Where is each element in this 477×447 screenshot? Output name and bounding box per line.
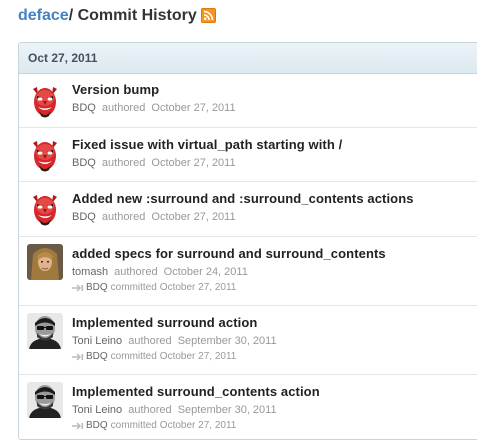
- commit-action: authored: [101, 157, 146, 169]
- commit-group: Oct 27, 2011 Version bump BDQ authored O…: [18, 42, 477, 440]
- commit-action: authored: [101, 102, 146, 114]
- commit-meta: BDQ authored October 27, 2011: [72, 157, 236, 169]
- commit-meta: BDQ authored October 27, 2011: [72, 102, 236, 114]
- commit-meta: BDQ authored October 27, 2011: [72, 211, 236, 223]
- bw-photo-avatar[interactable]: [27, 382, 63, 418]
- commit-message[interactable]: Implemented surround_contents action: [72, 384, 320, 399]
- commit-date: October 27, 2011: [151, 102, 236, 114]
- commit-item[interactable]: Added new :surround and :surround_conten…: [19, 182, 477, 237]
- commit-action: authored: [128, 404, 172, 416]
- committer-name[interactable]: BDQ: [86, 282, 108, 293]
- committer-name[interactable]: BDQ: [86, 420, 108, 431]
- committer-action: committed: [110, 282, 157, 293]
- commit-date: October 27, 2011: [151, 157, 236, 169]
- commit-author[interactable]: BDQ: [72, 211, 96, 223]
- commit-message[interactable]: Version bump: [72, 82, 159, 97]
- devil-mask-avatar[interactable]: [27, 137, 63, 173]
- page-title: / Commit History: [68, 7, 197, 24]
- commit-message[interactable]: Added new :surround and :surround_conten…: [72, 191, 414, 206]
- commit-date: October 24, 2011: [163, 266, 248, 278]
- commit-action: authored: [114, 266, 158, 278]
- committer-name[interactable]: BDQ: [86, 351, 108, 362]
- commit-message[interactable]: Fixed issue with virtual_path starting w…: [72, 137, 342, 152]
- committer-line: BDQ committed October 27, 2011: [72, 420, 236, 431]
- committer-date: October 27, 2011: [159, 420, 237, 431]
- committer-line: BDQ committed October 27, 2011: [72, 351, 236, 362]
- committer-arrow-icon: [72, 421, 84, 430]
- committer-arrow-icon: [72, 283, 84, 292]
- commit-meta: Toni Leino authored September 30, 2011: [72, 404, 277, 416]
- committer-line: BDQ committed October 27, 2011: [72, 282, 236, 293]
- bw-photo-avatar[interactable]: [27, 313, 63, 349]
- commit-item[interactable]: Implemented surround_contents action Ton…: [19, 375, 477, 439]
- devil-mask-avatar[interactable]: [27, 83, 63, 119]
- repo-link[interactable]: deface: [18, 7, 69, 25]
- page-header: deface / Commit History: [18, 6, 216, 26]
- commit-message[interactable]: Implemented surround action: [72, 315, 257, 330]
- commit-action: authored: [128, 335, 172, 347]
- commit-author[interactable]: BDQ: [72, 102, 96, 114]
- committer-arrow-icon: [72, 352, 84, 361]
- long-hair-avatar[interactable]: [27, 244, 63, 280]
- commit-message[interactable]: added specs for surround and surround_co…: [72, 246, 386, 261]
- commit-date: September 30, 2011: [177, 335, 277, 347]
- commit-item[interactable]: Fixed issue with virtual_path starting w…: [19, 128, 477, 182]
- commit-author[interactable]: tomash: [72, 266, 108, 278]
- devil-mask-avatar[interactable]: [27, 191, 63, 227]
- committer-action: committed: [110, 351, 157, 362]
- commit-date: September 30, 2011: [177, 404, 277, 416]
- commit-author[interactable]: BDQ: [72, 157, 96, 169]
- committer-date: October 27, 2011: [159, 282, 237, 293]
- commit-item[interactable]: added specs for surround and surround_co…: [19, 237, 477, 306]
- commit-group-date: Oct 27, 2011: [19, 43, 477, 74]
- committer-date: October 27, 2011: [159, 351, 237, 362]
- rss-icon[interactable]: [200, 7, 216, 23]
- commit-item[interactable]: Implemented surround action Toni Leino a…: [19, 306, 477, 375]
- commit-item[interactable]: Version bump BDQ authored October 27, 20…: [19, 74, 477, 128]
- commit-date: October 27, 2011: [151, 211, 236, 223]
- commit-meta: tomash authored October 24, 2011: [72, 266, 248, 278]
- commit-meta: Toni Leino authored September 30, 2011: [72, 335, 277, 347]
- committer-action: committed: [110, 420, 157, 431]
- commit-action: authored: [101, 211, 146, 223]
- commit-author[interactable]: Toni Leino: [72, 335, 122, 347]
- commit-author[interactable]: Toni Leino: [72, 404, 122, 416]
